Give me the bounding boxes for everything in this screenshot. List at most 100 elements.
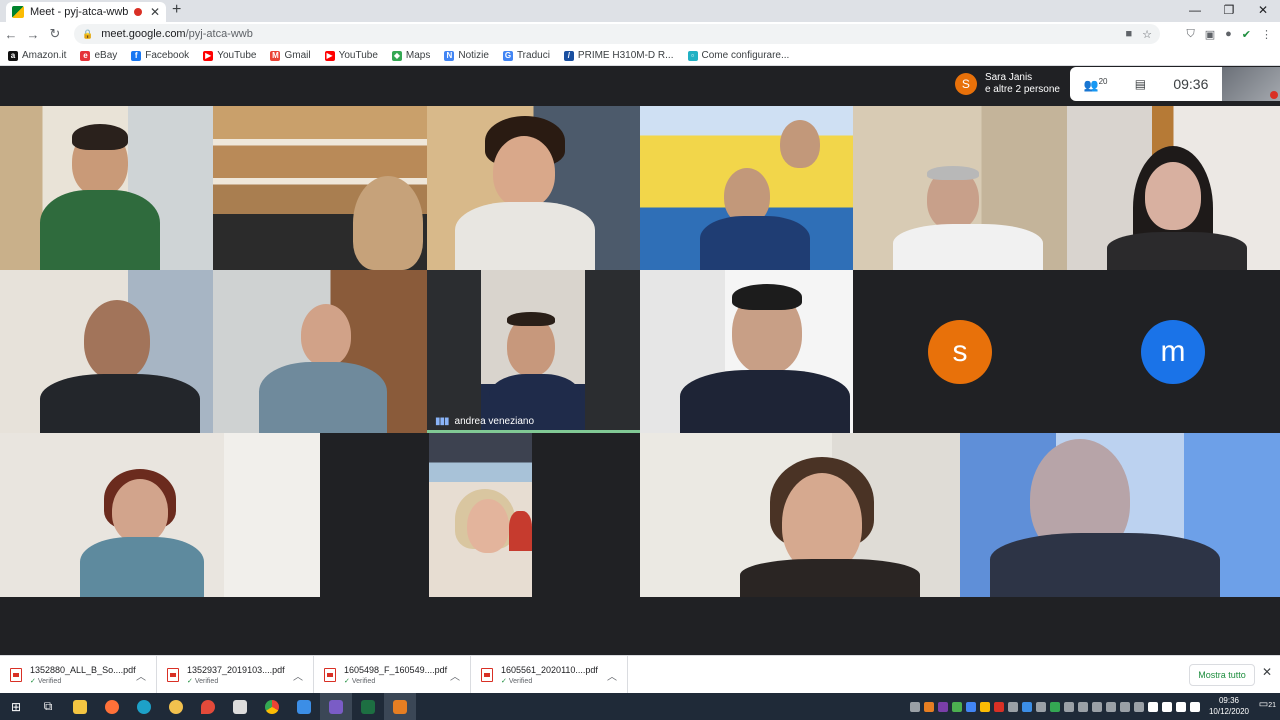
maps-app-icon[interactable] [192,693,224,720]
avatar-tile-s[interactable]: s [853,270,1067,433]
profile-icon[interactable]: ● [1225,28,1232,40]
bookmark-youtube-2[interactable]: ▶ YouTube [324,50,378,61]
presenter-chip[interactable]: S Sara Janis e altre 2 persone [948,67,1070,101]
store-icon[interactable] [224,693,256,720]
minimize-button[interactable]: — [1178,0,1212,22]
bookmark-amazon[interactable]: a Amazon.it [8,50,66,61]
tray-icon[interactable] [952,701,962,712]
chrome-icon[interactable] [256,693,288,720]
tray-icon[interactable] [1036,701,1046,712]
taskbar-clock[interactable]: 09:36 10/12/2020 [1206,695,1252,717]
new-tab-button[interactable]: + [172,1,181,19]
weather-icon[interactable] [160,693,192,720]
tray-icon[interactable] [1050,701,1060,712]
bookmark-traduci[interactable]: G Traduci [502,50,550,61]
video-tile-14[interactable] [429,433,532,597]
bookmarks-bar: a Amazon.it e eBay f Facebook ▶ YouTube M Gma… [0,46,1280,66]
chevron-up-icon[interactable]: ︿ [293,668,303,683]
download-item[interactable]: 1352937_2019103....pdf ✓ Verified ︿ [157,655,314,694]
tray-icon[interactable] [1008,701,1018,712]
video-tile-13[interactable] [0,433,320,597]
restore-button[interactable]: ❐ [1212,0,1246,22]
edge-icon[interactable] [128,693,160,720]
bookmark-maps[interactable]: ◆ Maps [391,50,430,61]
download-item[interactable]: 1605561_2020110....pdf ✓ Verified ︿ [471,655,628,694]
tray-icon[interactable] [980,701,990,712]
close-downloads-icon[interactable]: ✕ [1262,665,1272,679]
speaker-name: andrea veneziano [454,416,535,427]
tray-icon[interactable] [1134,701,1144,712]
excel-icon[interactable] [352,693,384,720]
microphone-icon[interactable] [1190,701,1200,712]
tray-icon[interactable] [966,701,976,712]
video-tile-5[interactable] [853,106,1067,270]
video-tile-3[interactable] [427,106,640,270]
lock-icon[interactable]: 🔒 [82,29,93,40]
adblock-check-icon[interactable]: ✔ [1242,28,1251,41]
participants-button[interactable]: 👥20 [1084,77,1108,92]
url-path: /pyj-atca-wwb [185,28,253,40]
video-tile-7[interactable] [0,270,213,433]
tray-icon[interactable] [1106,701,1116,712]
camera-permission-icon[interactable]: ■ [1125,28,1132,41]
battery-icon[interactable] [1148,701,1158,712]
network-icon[interactable] [1162,701,1172,712]
tray-icon[interactable] [1022,701,1032,712]
tray-icon[interactable] [1078,701,1088,712]
chevron-up-icon[interactable]: ︿ [136,668,146,683]
video-tile-4[interactable] [640,106,853,270]
video-tile-2[interactable] [213,106,427,270]
notification-center-icon[interactable]: ▭21 [1259,699,1276,710]
bookmark-star-icon[interactable]: ☆ [1142,28,1152,41]
shield-app-icon[interactable] [320,693,352,720]
file-explorer-icon[interactable] [64,693,96,720]
bookmark-facebook[interactable]: f Facebook [131,50,189,61]
windows-start-icon[interactable]: ⊞ [0,693,32,720]
self-view-thumbnail[interactable] [1222,67,1280,101]
video-tile-15[interactable] [640,433,960,597]
extension-shield-icon[interactable]: ⛉ [1186,28,1194,41]
back-icon[interactable]: ← [0,27,22,42]
tray-icon[interactable] [1120,701,1130,712]
video-tile-10[interactable] [640,270,853,433]
mail-icon[interactable] [288,693,320,720]
video-tile-1[interactable] [0,106,213,270]
bookmark-prime[interactable]: / PRIME H310M-D R... [563,50,674,61]
download-item[interactable]: 1352880_ALL_B_So....pdf ✓ Verified ︿ [0,655,157,694]
video-tile-speaker[interactable]: ▮▮▮ andrea veneziano [427,270,640,433]
task-view-icon[interactable]: ⧉ [32,693,64,720]
address-toolbar: ← → ↻ 🔒 meet.google.com/pyj-atca-wwb ■ ☆… [0,22,1280,46]
bookmark-ebay[interactable]: e eBay [80,50,117,61]
bookmark-gmail[interactable]: M Gmail [270,50,311,61]
bookmark-come-configurare[interactable]: ▫ Come configurare... [687,50,789,61]
tray-icon[interactable] [1064,701,1074,712]
close-window-button[interactable]: ✕ [1246,0,1280,22]
avatar-tile-m[interactable]: m [1067,270,1280,433]
tray-icon[interactable] [938,701,948,712]
extension-icon[interactable]: ▣ [1205,28,1215,41]
meet-top-bar: S Sara Janis e altre 2 persone 👥20 ▤ 09:… [948,67,1280,101]
menu-kebab-icon[interactable]: ⋮ [1261,28,1272,41]
tray-icon[interactable] [924,701,934,712]
tab-close-icon[interactable]: ✕ [150,5,160,19]
tray-icon[interactable] [1092,701,1102,712]
bookmark-youtube[interactable]: ▶ YouTube [203,50,256,61]
chevron-up-icon[interactable]: ︿ [450,668,460,683]
video-tile-6[interactable] [1067,106,1280,270]
volume-icon[interactable] [1176,701,1186,712]
bookmark-notizie[interactable]: N Notizie [444,50,489,61]
video-tile-8[interactable] [213,270,427,433]
browser-tab[interactable]: Meet - pyj-atca-wwb ✕ [6,2,166,22]
chevron-up-icon[interactable]: ︿ [607,668,617,683]
reload-icon[interactable]: ↻ [44,26,66,42]
url-bar[interactable]: 🔒 meet.google.com/pyj-atca-wwb ■ ☆ [74,24,1160,44]
show-all-downloads-button[interactable]: Mostra tutto [1189,664,1255,686]
tray-icon[interactable] [910,701,920,712]
firefox-icon[interactable] [96,693,128,720]
download-item[interactable]: 1605498_F_160549....pdf ✓ Verified ︿ [314,655,471,694]
forward-icon[interactable]: → [22,27,44,42]
outlook-icon[interactable] [384,693,416,720]
video-tile-16[interactable] [960,433,1280,597]
chat-icon[interactable]: ▤ [1135,77,1146,91]
tray-icon[interactable] [994,701,1004,712]
